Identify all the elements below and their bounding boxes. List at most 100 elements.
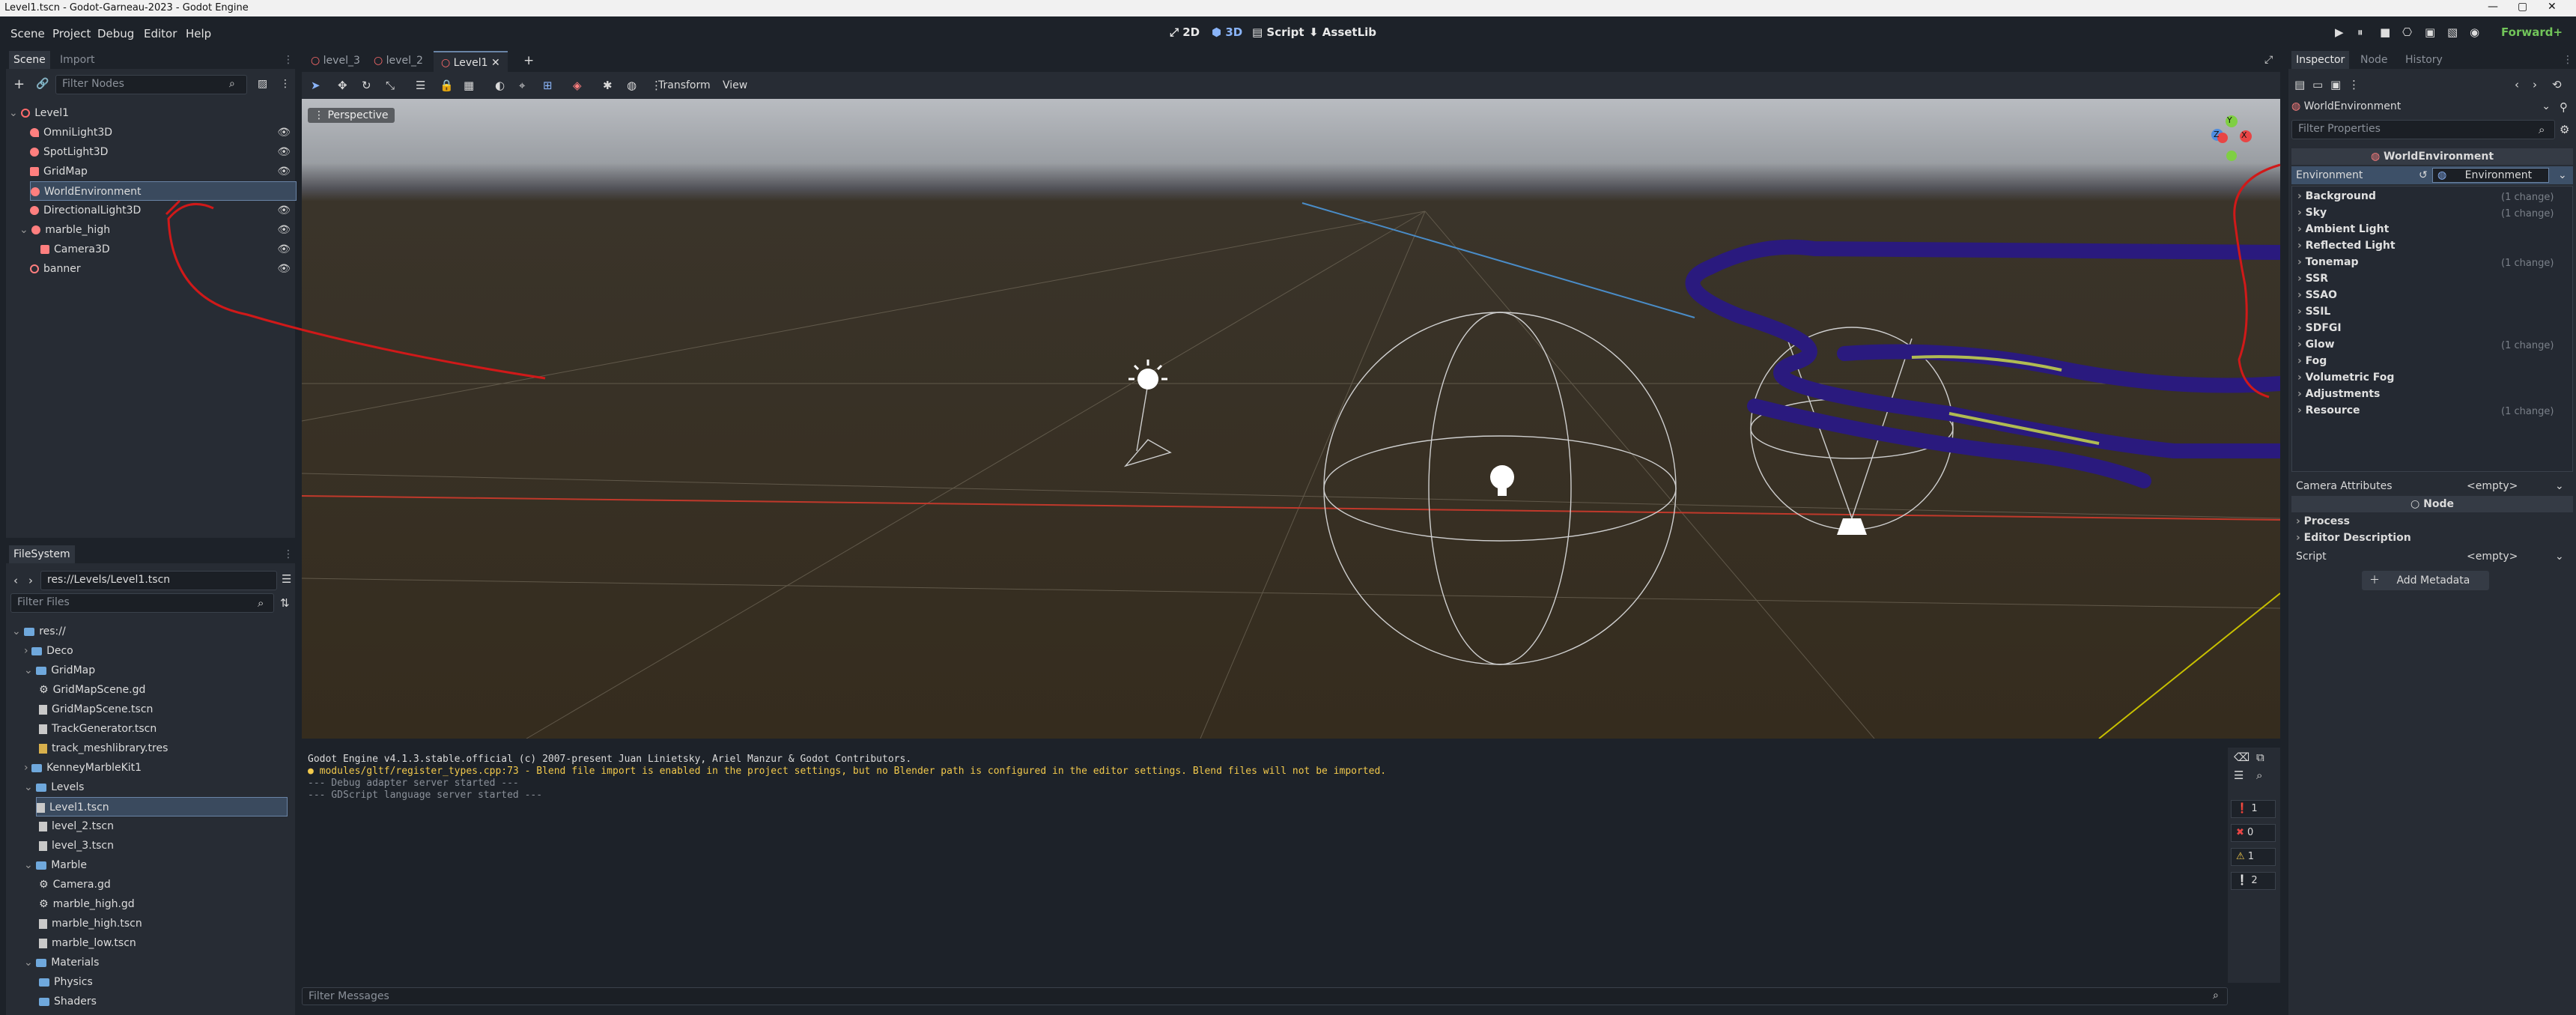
filter-messages-input[interactable]: Filter Messages: [302, 987, 2228, 1005]
fs-item-shaders[interactable]: Shaders: [39, 992, 97, 1011]
dock-menu-icon[interactable]: ⋮: [283, 548, 294, 560]
tab-node[interactable]: Node: [2360, 54, 2388, 66]
minimize-button[interactable]: —: [2488, 1, 2498, 13]
section-ssao[interactable]: › SSAO: [2297, 289, 2337, 301]
more-icon[interactable]: ⋮: [2348, 78, 2360, 91]
stop-icon[interactable]: ■: [2380, 25, 2390, 39]
view-menu[interactable]: View: [723, 79, 747, 91]
fs-item-marble-high-gd[interactable]: ⚙ marble_high.gd: [39, 894, 135, 914]
history-forward-icon[interactable]: ›: [2533, 78, 2537, 91]
dock-menu-icon[interactable]: ⋮: [2563, 54, 2573, 66]
section-sdfgi[interactable]: › SDFGI: [2297, 322, 2342, 334]
visibility-eye-icon[interactable]: 👁: [277, 220, 291, 240]
workspace-script[interactable]: ▤ Script: [1252, 25, 1304, 39]
movie-icon[interactable]: ◉: [2470, 25, 2479, 39]
copy-output-icon[interactable]: ⧉: [2256, 751, 2264, 764]
distraction-free-icon[interactable]: ⤢: [2264, 54, 2273, 66]
property-settings-icon[interactable]: ⚙: [2560, 123, 2569, 136]
section-background[interactable]: › Background: [2297, 190, 2376, 202]
fs-item-levels[interactable]: ⌄ Levels: [24, 778, 84, 797]
section-volumetric-fog[interactable]: › Volumetric Fog: [2297, 372, 2394, 384]
filter-message-toggle[interactable]: ❕ 2: [2231, 872, 2276, 890]
fs-item-deco[interactable]: › Deco: [24, 641, 73, 661]
collapse-icon[interactable]: ☰: [2234, 769, 2244, 782]
fs-item-physics[interactable]: Physics: [39, 972, 93, 992]
fs-item-trackgenerator[interactable]: TrackGenerator.tscn: [39, 719, 157, 739]
fs-item-level3[interactable]: level_3.tscn: [39, 836, 114, 855]
tab-inspector[interactable]: Inspector: [2291, 51, 2350, 69]
filter-log-toggle[interactable]: ❗ 1: [2231, 800, 2276, 818]
save-icon[interactable]: ▣: [2330, 78, 2341, 91]
dock-menu-icon[interactable]: ⋮: [283, 54, 294, 66]
menu-scene[interactable]: Scene: [10, 27, 45, 40]
section-sky[interactable]: › Sky: [2297, 207, 2327, 219]
section-fog[interactable]: › Fog: [2297, 355, 2327, 367]
section-ambient-light[interactable]: › Ambient Light: [2297, 223, 2389, 235]
object-selector[interactable]: ◍ WorldEnvironment ⌄: [2291, 97, 2555, 115]
editor-description-section[interactable]: › Editor Description: [2296, 532, 2411, 544]
environment-resource-field[interactable]: ◍ Environment: [2432, 168, 2549, 183]
tree-node-gridmap[interactable]: GridMap 👁: [30, 162, 297, 181]
tab-history[interactable]: History: [2405, 54, 2443, 66]
scene-tab-level3[interactable]: ○ level_3: [311, 55, 360, 67]
rotate-tool-icon[interactable]: ↻: [362, 79, 371, 92]
fs-item-kenney[interactable]: › KenneyMarbleKit1: [24, 758, 142, 778]
open-folder-icon[interactable]: ▭: [2312, 78, 2323, 91]
workspace-3d[interactable]: ⬢ 3D: [1212, 25, 1242, 39]
search-output-icon[interactable]: ⌕: [2256, 769, 2262, 782]
workspace-assetlib[interactable]: ⬇ AssetLib: [1309, 25, 1376, 39]
scene-tab-level1[interactable]: ○ Level1 ✕: [434, 51, 508, 72]
section-resource[interactable]: › Resource: [2297, 405, 2360, 416]
tree-node-banner[interactable]: banner 👁: [30, 259, 297, 279]
perspective-menu[interactable]: ⋮ Perspective: [308, 108, 395, 123]
object-params-icon[interactable]: ⚲: [2560, 100, 2568, 114]
move-tool-icon[interactable]: ✥: [338, 79, 347, 92]
visibility-eye-icon[interactable]: 👁: [277, 142, 291, 162]
fs-item-marble[interactable]: ⌄ Marble: [24, 855, 87, 875]
play-scene-icon[interactable]: ▣: [2425, 25, 2435, 39]
group-icon[interactable]: ▦: [464, 79, 474, 92]
tree-node-omnilight[interactable]: OmniLight3D 👁: [30, 123, 297, 142]
visibility-eye-icon[interactable]: 👁: [277, 240, 291, 259]
visibility-eye-icon[interactable]: 👁: [277, 201, 291, 220]
chevron-down-icon[interactable]: ⌄: [2558, 166, 2567, 184]
script-attach-icon[interactable]: ▨: [258, 78, 267, 90]
fs-item-marble-low-tscn[interactable]: marble_low.tscn: [39, 933, 136, 953]
sun-toggle-icon[interactable]: ✱: [603, 79, 613, 92]
renderer-select[interactable]: Forward+: [2501, 25, 2563, 39]
filter-warning-toggle[interactable]: ⚠ 1: [2231, 848, 2276, 866]
history-back-icon[interactable]: ‹: [2515, 78, 2519, 91]
gizmo-x-label[interactable]: X: [2241, 130, 2247, 140]
select-tool-icon[interactable]: ➤: [311, 79, 321, 92]
section-ssr[interactable]: › SSR: [2297, 273, 2328, 285]
tree-node-camera3d[interactable]: Camera3D 👁: [40, 240, 297, 259]
fs-item-marble-high-tscn[interactable]: marble_high.tscn: [39, 914, 142, 933]
add-metadata-button[interactable]: ＋ Add Metadata: [2362, 571, 2489, 590]
list-select-icon[interactable]: ☰: [416, 79, 425, 92]
scene-tab-level2[interactable]: ○ level_2: [374, 55, 423, 67]
camera-attributes-property[interactable]: Camera Attributes <empty> ⌄: [2291, 478, 2573, 494]
fs-item-camera-gd[interactable]: ⚙ Camera.gd: [39, 875, 111, 894]
filter-error-toggle[interactable]: ✖ 0: [2231, 824, 2276, 842]
gizmo-y-label[interactable]: Y: [2227, 115, 2232, 125]
transform-menu[interactable]: Transform: [658, 79, 711, 91]
tree-node-worldenvironment[interactable]: WorldEnvironment: [30, 181, 297, 201]
section-reflected-light[interactable]: › Reflected Light: [2297, 240, 2396, 252]
section-glow[interactable]: › Glow: [2297, 339, 2335, 351]
script-property[interactable]: Script <empty> ⌄: [2291, 548, 2573, 565]
section-adjustments[interactable]: › Adjustments: [2297, 388, 2380, 400]
section-ssil[interactable]: › SSIL: [2297, 306, 2330, 318]
fs-item-root[interactable]: ⌄ res://: [12, 622, 66, 641]
close-button[interactable]: ✕: [2548, 1, 2557, 13]
fs-item-gridmapscene-gd[interactable]: ⚙ GridMapScene.gd: [39, 680, 145, 700]
fs-item-level2[interactable]: level_2.tscn: [39, 816, 114, 836]
visibility-eye-icon[interactable]: 👁: [277, 123, 291, 142]
lock-icon[interactable]: 🔒: [440, 79, 454, 92]
fs-item-gridmap[interactable]: ⌄ GridMap: [24, 661, 95, 680]
filter-files-input[interactable]: Filter Files: [10, 593, 274, 613]
process-section[interactable]: › Process: [2296, 515, 2350, 527]
path-field[interactable]: res://Levels/Level1.tscn: [40, 571, 277, 590]
visibility-eye-icon[interactable]: 👁: [277, 259, 291, 279]
menu-editor[interactable]: Editor: [144, 27, 177, 40]
fs-item-gridmapscene-tscn[interactable]: GridMapScene.tscn: [39, 700, 153, 719]
